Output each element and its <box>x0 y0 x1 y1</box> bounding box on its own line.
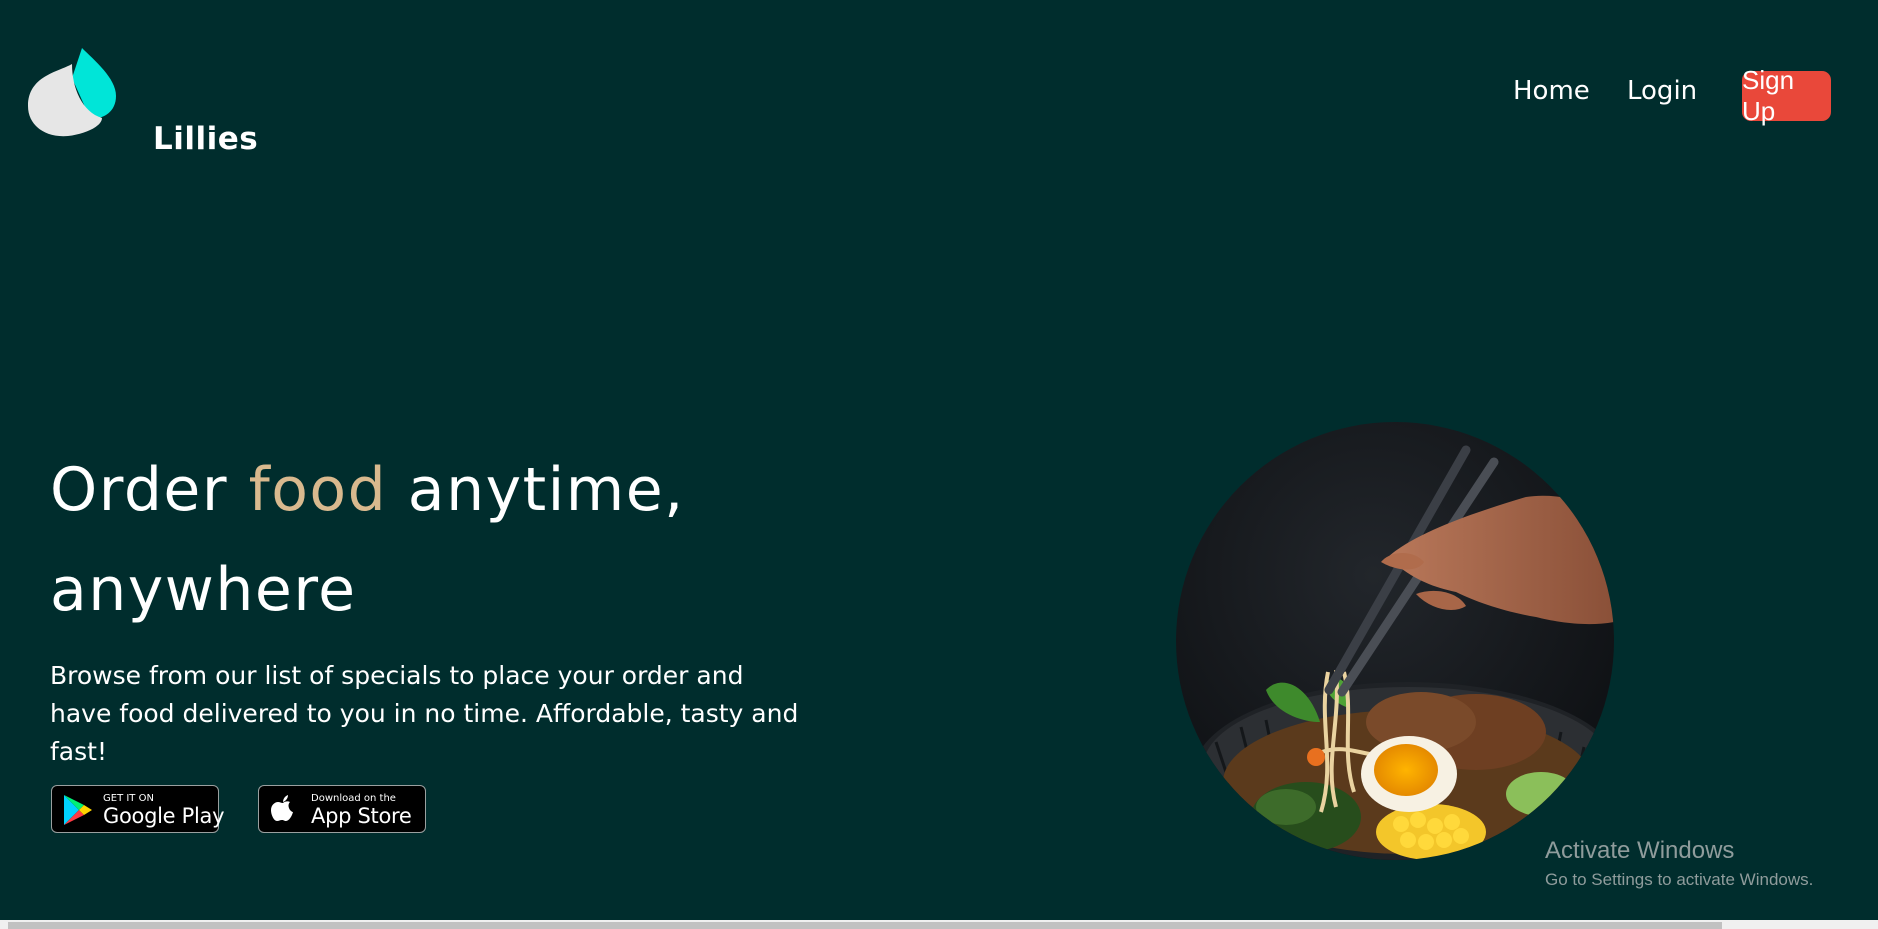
hero-title-part1: Order <box>50 455 249 525</box>
watermark-title: Activate Windows <box>1545 837 1735 864</box>
hero-title-accent: food <box>248 455 388 525</box>
google-play-icon <box>64 795 92 825</box>
apple-icon <box>271 795 293 821</box>
signup-button[interactable]: Sign Up <box>1742 65 1831 126</box>
google-play-big: Google Play <box>103 804 225 828</box>
food-image <box>1176 422 1614 860</box>
brand-name: Lillies <box>153 121 259 157</box>
nav-home-link[interactable]: Home <box>1513 76 1590 106</box>
google-play-small: GET IT ON <box>103 793 154 804</box>
app-store-button[interactable]: Download on the App Store <box>258 785 426 833</box>
scrollbar-thumb[interactable] <box>8 922 1722 929</box>
app-store-big: App Store <box>311 804 412 828</box>
nav-login-link[interactable]: Login <box>1627 76 1697 106</box>
hero-title-part2: anytime, <box>387 455 685 525</box>
ramen-illustration <box>1176 422 1614 860</box>
app-store-small: Download on the <box>311 793 396 804</box>
hero-title-line2: anywhere <box>50 555 357 625</box>
hero-title: Order food anytime, anywhere <box>50 440 685 640</box>
logo-icon <box>28 48 116 137</box>
windows-watermark: Activate Windows Go to Settings to activ… <box>1545 836 1813 891</box>
horizontal-scrollbar[interactable] <box>0 920 1878 929</box>
hero-description: Browse from our list of specials to plac… <box>50 661 799 766</box>
watermark-subtitle: Go to Settings to activate Windows. <box>1545 870 1814 889</box>
google-play-button[interactable]: GET IT ON Google Play <box>51 785 225 833</box>
